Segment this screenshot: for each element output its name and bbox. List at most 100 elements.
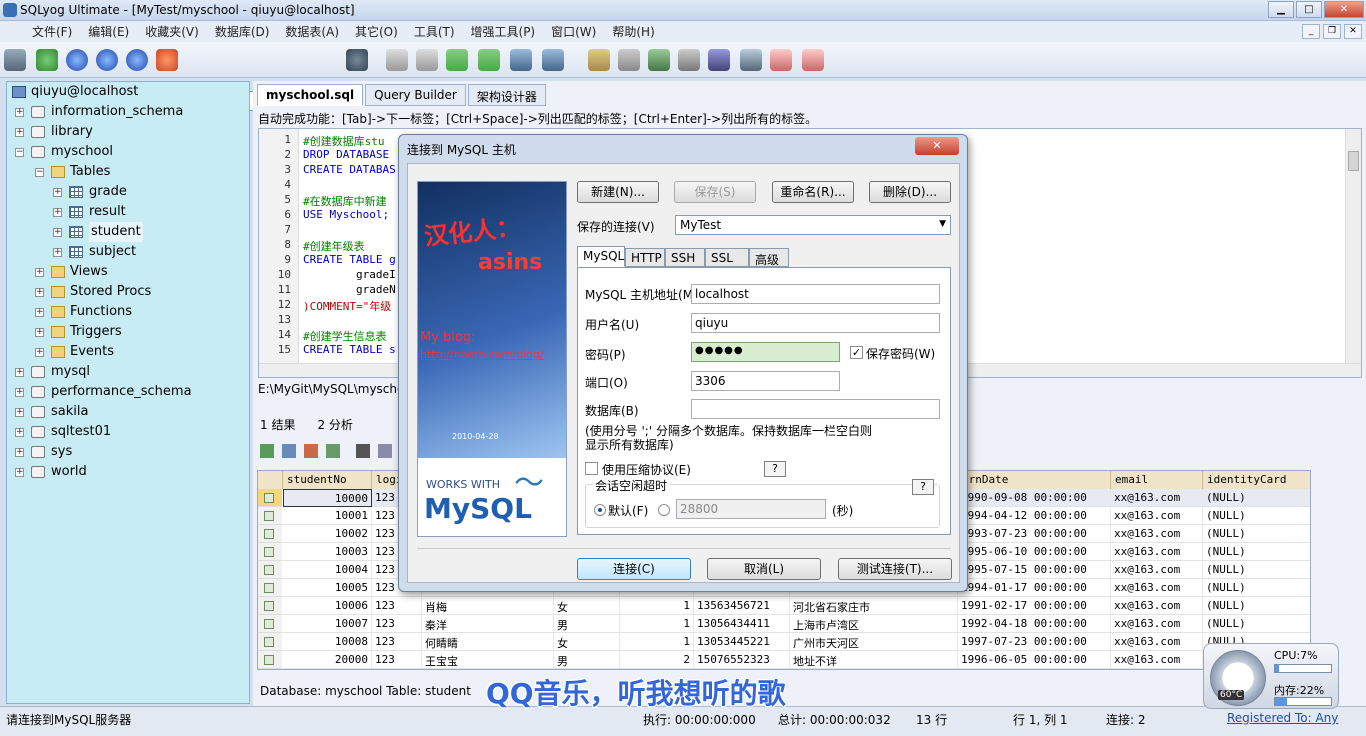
new-connection-icon[interactable]	[4, 49, 26, 71]
password-input[interactable]: ●●●●●	[691, 342, 840, 362]
menu-database[interactable]: 数据库(D)	[209, 21, 276, 42]
tree-db-information-schema[interactable]: information_schema	[51, 102, 183, 122]
table-cell-id[interactable]: (NULL)	[1203, 525, 1310, 543]
row-selector[interactable]	[258, 525, 282, 543]
table-cell-no[interactable]: 10006	[283, 597, 372, 615]
table-cell-born[interactable]: 1993-07-23 00:00:00	[958, 525, 1111, 543]
table-cell-pw[interactable]: 123	[372, 615, 422, 633]
export-icon[interactable]	[378, 444, 392, 458]
table-cell-phone[interactable]: 13563456721	[694, 597, 790, 615]
table-cell-id[interactable]: (NULL)	[1203, 543, 1310, 561]
tree-db-sqltest01[interactable]: sqltest01	[51, 422, 111, 442]
menu-powertools[interactable]: 增强工具(P)	[465, 21, 542, 42]
insert-row-icon[interactable]	[260, 444, 274, 458]
tab-results[interactable]: 1 结果	[256, 414, 299, 435]
table-cell-email[interactable]: xx@163.com	[1111, 633, 1203, 651]
menu-favorites[interactable]: 收藏夹(V)	[139, 21, 205, 42]
table-cell-sex[interactable]: 男	[554, 651, 620, 669]
table-cell-id[interactable]: (NULL)	[1203, 597, 1310, 615]
tree-db-performance-schema[interactable]: performance_schema	[51, 382, 192, 402]
expand-icon[interactable]: +	[53, 208, 62, 217]
menu-file[interactable]: 文件(F)	[26, 21, 78, 42]
table-cell-addr[interactable]: 河北省石家庄市	[790, 597, 958, 615]
delete-row-icon[interactable]	[304, 444, 318, 458]
expand-icon[interactable]: +	[15, 408, 24, 417]
table-cell-born[interactable]: 1995-06-10 00:00:00	[958, 543, 1111, 561]
compress-checkbox[interactable]	[585, 462, 598, 475]
expand-icon[interactable]: +	[53, 188, 62, 197]
expand-icon[interactable]: +	[15, 468, 24, 477]
tree-table-result[interactable]: result	[89, 202, 126, 222]
table-cell-pw[interactable]: 123	[372, 597, 422, 615]
username-input[interactable]: qiuyu	[691, 313, 940, 333]
table-cell-born[interactable]: 1992-04-18 00:00:00	[958, 615, 1111, 633]
dialog-close-button[interactable]: ✕	[915, 137, 959, 155]
row-selector[interactable]	[258, 579, 282, 597]
table-cell-email[interactable]: xx@163.com	[1111, 561, 1203, 579]
expand-icon[interactable]: +	[15, 428, 24, 437]
import-icon[interactable]	[478, 49, 500, 71]
table-cell-pw[interactable]: 123	[372, 633, 422, 651]
custom-timeout-radio[interactable]	[658, 504, 670, 516]
table-cell-name[interactable]: 肖梅	[422, 597, 554, 615]
database-input[interactable]	[691, 399, 940, 419]
stop-icon[interactable]	[126, 49, 148, 71]
table-cell-sex[interactable]: 女	[554, 633, 620, 651]
query-profiler-icon[interactable]	[588, 49, 610, 71]
tree-db-library[interactable]: library	[51, 122, 93, 142]
row-selector[interactable]	[258, 597, 282, 615]
table-cell-grade[interactable]: 2	[620, 651, 694, 669]
menu-others[interactable]: 其它(O)	[349, 21, 404, 42]
tree-folder-events[interactable]: Events	[70, 342, 114, 362]
execute-all-icon[interactable]	[96, 49, 118, 71]
migration-icon[interactable]	[708, 49, 730, 71]
column-header-identitycard[interactable]: identityCard	[1203, 471, 1310, 489]
table-cell-born[interactable]: 1995-07-15 00:00:00	[958, 561, 1111, 579]
editor-scroll-thumb[interactable]	[1348, 151, 1359, 171]
table-cell-grade[interactable]: 1	[620, 597, 694, 615]
table-cell-name[interactable]: 何睛睛	[422, 633, 554, 651]
timeout-help-button[interactable]: ?	[912, 479, 934, 495]
minimize-button[interactable]: ▁	[1268, 1, 1294, 18]
tab-mysql[interactable]: MySQL	[577, 246, 625, 267]
column-header-borndate[interactable]: ornDate	[958, 471, 1111, 489]
mdi-restore-button[interactable]: ❐	[1323, 24, 1341, 39]
table-cell-id[interactable]: (NULL)	[1203, 561, 1310, 579]
create-database-icon[interactable]	[386, 49, 408, 71]
mdi-minimize-button[interactable]: _	[1302, 24, 1320, 39]
expand-icon[interactable]: +	[35, 328, 44, 337]
row-selector[interactable]	[258, 507, 282, 525]
table-cell-no[interactable]: 10003	[283, 543, 372, 561]
editor-vscrollbar[interactable]	[1345, 129, 1361, 363]
table-cell-sex[interactable]: 男	[554, 615, 620, 633]
table-cell-email[interactable]: xx@163.com	[1111, 507, 1203, 525]
row-selector[interactable]	[258, 633, 282, 651]
table-cell-no[interactable]: 20000	[283, 651, 372, 669]
timeout-input[interactable]: 28800	[676, 499, 826, 519]
table-cell-id[interactable]: (NULL)	[1203, 579, 1310, 597]
registered-link[interactable]: Registered To: Any	[1227, 711, 1338, 725]
rename-connection-button[interactable]: 重命名(R)...	[772, 181, 854, 203]
collapse-icon[interactable]: −	[35, 168, 44, 177]
row-selector[interactable]	[258, 615, 282, 633]
table-cell-born[interactable]: 1991-02-17 00:00:00	[958, 597, 1111, 615]
row-selector[interactable]	[258, 543, 282, 561]
menu-table[interactable]: 数据表(A)	[279, 21, 345, 42]
table-cell-no[interactable]: 10005	[283, 579, 372, 597]
mdi-close-button[interactable]: ✕	[1344, 24, 1362, 39]
table-cell-phone[interactable]: 13053445221	[694, 633, 790, 651]
table-cell-addr[interactable]: 地址不详	[790, 651, 958, 669]
table-cell-email[interactable]: xx@163.com	[1111, 651, 1203, 669]
column-header-email[interactable]: email	[1111, 471, 1203, 489]
save-password-checkbox[interactable]: ✓	[850, 346, 863, 359]
table-cell-grade[interactable]: 1	[620, 615, 694, 633]
tab-http[interactable]: HTTP	[625, 248, 665, 267]
expand-icon[interactable]: +	[35, 308, 44, 317]
menu-window[interactable]: 窗口(W)	[545, 21, 602, 42]
tree-table-student[interactable]: student	[89, 222, 143, 242]
tree-table-grade[interactable]: grade	[89, 182, 127, 202]
table-cell-no[interactable]: 10002	[283, 525, 372, 543]
new-query-icon[interactable]	[36, 49, 58, 71]
execute-query-icon[interactable]	[66, 49, 88, 71]
table-cell-id[interactable]: (NULL)	[1203, 507, 1310, 525]
